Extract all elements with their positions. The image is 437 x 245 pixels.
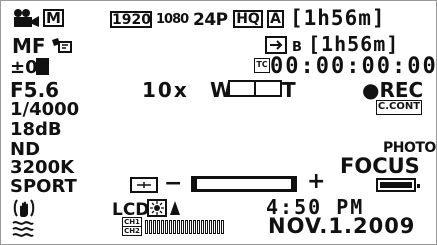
zoom-bar [228,80,282,97]
focus-frame-icon [130,177,158,193]
slot-arrow-icon [265,36,287,54]
remaining-time-b: [1h56m] [308,32,400,56]
resolution-1080-badge: 1080 [156,12,189,27]
level-cell [157,220,160,234]
level-cell [201,220,204,234]
zoom-position-marker [254,80,256,97]
level-cell [161,220,164,234]
battery-level-fill [380,182,412,188]
white-balance-value: 3200K [10,157,75,178]
level-peak-marker-icon [170,201,180,215]
level-cell [217,220,220,234]
level-cell [181,220,184,234]
manual-focus-label: MF [12,34,46,58]
wind-filter-icon [12,221,34,237]
rec-indicator: ●REC [362,78,424,102]
level-cell [177,220,180,234]
level-cell [189,220,192,234]
hand-shake-icon [13,199,35,217]
lcd-brightness-icon [147,199,167,217]
camera-icon [14,9,39,27]
level-cell [209,220,212,234]
level-cell [193,220,196,234]
frame-rate-label: 24P [193,10,228,30]
camcorder-osd-screen: M 1920 1080 24P HQ A [1h56m] MF B [1h56m… [0,0,437,245]
slot-b-label: B [292,40,302,55]
level-cell [145,220,148,234]
level-cell [205,220,208,234]
focus-plus: + [307,169,326,194]
battery-icon [376,178,420,192]
focus-label: FOCUS [340,154,420,178]
aperture-value: F5.6 [10,78,60,102]
resolution-1920-badge: 1920 [110,11,152,28]
zoom-level: 10x [142,78,189,102]
remaining-time-a: [1h56m] [290,6,386,30]
scene-mode-label: SPORT [10,176,77,197]
level-cell [153,220,156,234]
battery-terminal [417,184,420,188]
level-cell [149,220,152,234]
zoom-tele-label: T [282,78,296,102]
c-cont-badge: C.CONT [376,100,422,115]
audio-channel-2-label: CH2 [122,226,142,236]
level-cell [165,220,168,234]
timecode-display: 00:00:00:00 [270,54,437,79]
quality-badge: HQ [233,10,263,28]
timecode-badge: TC [254,58,270,73]
level-cell [185,220,188,234]
level-cell [197,220,200,234]
focus-minus: − [164,171,183,196]
exposure-lock-icon [36,58,49,75]
shutter-speed: 1/4000 [10,99,80,120]
level-cell [213,220,216,234]
focus-bar-window [197,179,291,189]
gain-value: 18dB [10,119,62,140]
level-cell [169,220,172,234]
audio-badge: A [267,10,284,28]
focus-bar [191,176,297,192]
audio-level-meter [145,219,241,235]
date-display: NOV.1.2009 [268,214,416,238]
image-stabilizer-icon [52,38,72,53]
manual-mode-badge: M [43,9,64,27]
exposure-compensation: ±0 [10,57,38,78]
level-cell [221,220,224,234]
level-cell [173,220,176,234]
